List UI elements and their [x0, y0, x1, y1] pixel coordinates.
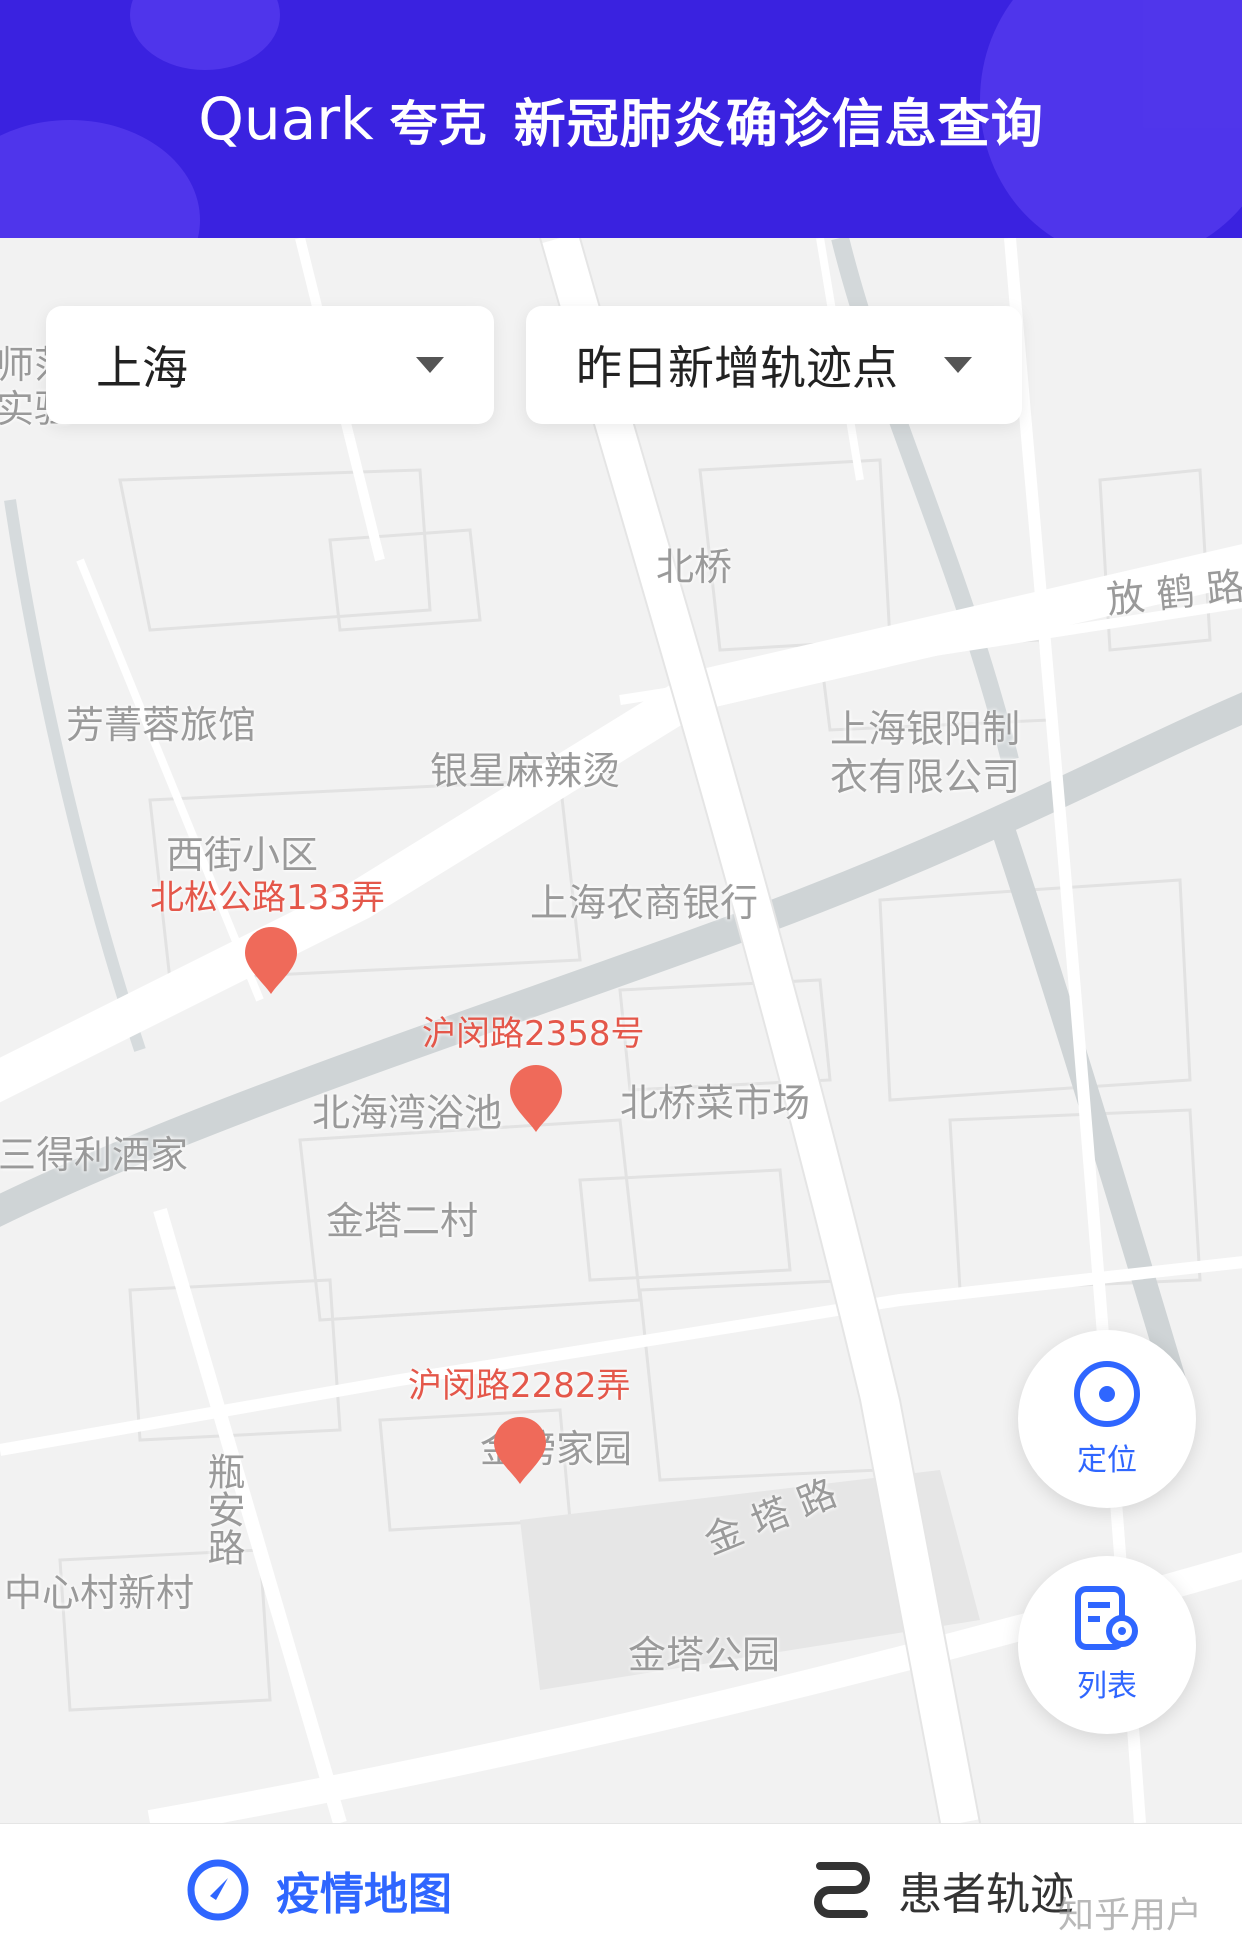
list-button[interactable]: 列表: [1018, 1556, 1196, 1734]
pin-label: 北松公路133弄: [150, 878, 385, 918]
list-label: 列表: [1077, 1669, 1137, 1704]
city-select[interactable]: 上海: [46, 306, 494, 424]
list-location-icon: [1075, 1586, 1138, 1650]
map-label: 衣有限公司: [830, 755, 1021, 799]
bottom-tab-bar: 疫情地图 患者轨迹: [0, 1823, 1242, 1956]
range-select[interactable]: 昨日新增轨迹点: [526, 306, 1022, 424]
map-label: 中心村新村: [4, 1571, 195, 1615]
brand-name-cn: 夸克: [389, 96, 488, 152]
location-pin-icon[interactable]: [492, 1416, 548, 1486]
tab-epidemic-map[interactable]: 疫情地图: [186, 1824, 452, 1956]
locate-button[interactable]: 定位: [1018, 1330, 1196, 1508]
app-header: Quark 夸克 新冠肺炎确诊信息查询: [0, 0, 1242, 238]
map-label: 瓶安路: [201, 1452, 245, 1566]
city-select-value: 上海: [96, 341, 188, 395]
map-label: 三得利酒家: [0, 1133, 189, 1177]
chevron-down-icon: [944, 357, 972, 373]
location-pin-icon[interactable]: [243, 926, 299, 996]
pin-label: 沪闵路2282弄: [408, 1366, 631, 1406]
map-label: 银星麻辣烫: [430, 749, 621, 793]
map-label: 芳菁蓉旅馆: [66, 703, 257, 747]
tab-patient-route[interactable]: 患者轨迹: [812, 1824, 1074, 1956]
brand-logo-text: Quark: [198, 85, 374, 153]
map-label: 上海农商银行: [530, 881, 759, 925]
tab-label: 患者轨迹: [898, 1869, 1074, 1920]
map-label: 金塔二村: [326, 1199, 479, 1243]
chevron-down-icon: [416, 357, 444, 373]
page-title: Quark 夸克 新冠肺炎确诊信息查询: [0, 0, 1242, 238]
map-label: 北桥: [656, 545, 733, 589]
title-text: 新冠肺炎确诊信息查询: [513, 94, 1044, 155]
compass-icon: [187, 1859, 249, 1921]
target-icon: [1074, 1361, 1140, 1427]
tab-label: 疫情地图: [276, 1869, 452, 1920]
pin-label: 沪闵路2358号: [422, 1014, 645, 1054]
map-label: 上海银阳制: [830, 707, 1021, 751]
watermark: 知乎用户: [1058, 1895, 1203, 1936]
range-select-value: 昨日新增轨迹点: [576, 341, 898, 395]
map-label: 北桥菜市场: [620, 1081, 811, 1125]
location-pin-icon[interactable]: [508, 1064, 564, 1134]
locate-label: 定位: [1077, 1443, 1137, 1478]
map-label: 北海湾浴池: [312, 1091, 503, 1135]
map-label: 金塔公园: [628, 1633, 781, 1677]
route-icon: [814, 1862, 870, 1918]
